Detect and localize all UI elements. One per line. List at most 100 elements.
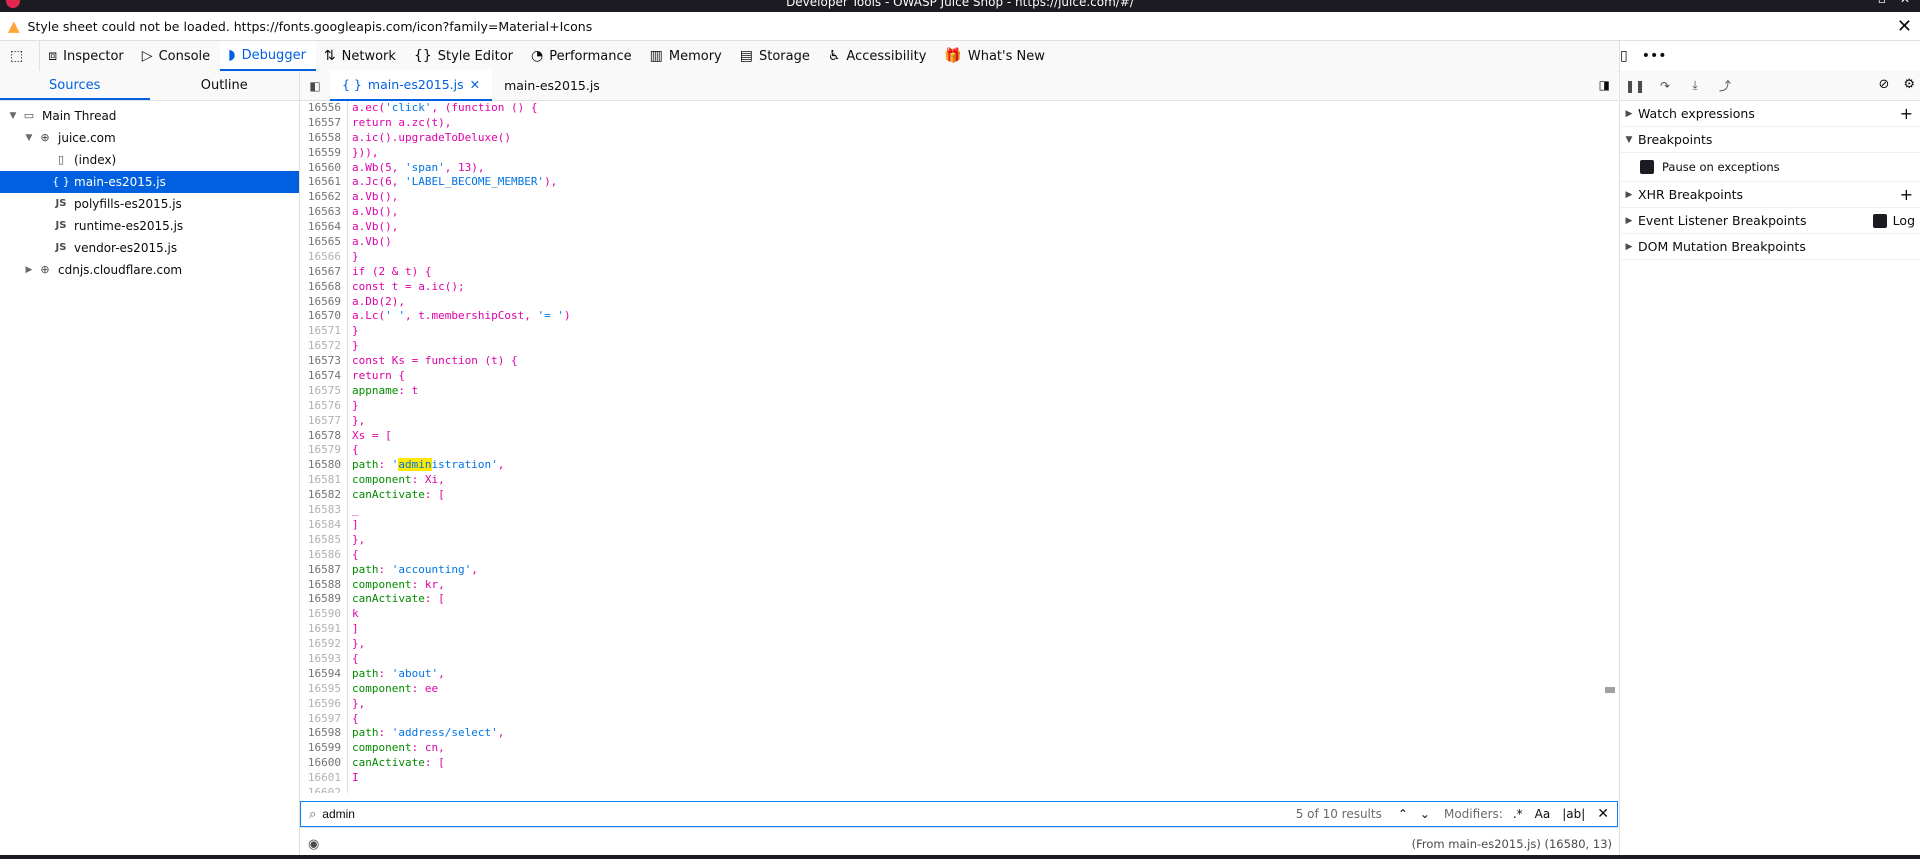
- code-line[interactable]: 16591]: [300, 622, 1602, 638]
- line-number[interactable]: 16582: [300, 488, 348, 504]
- tab-outline[interactable]: Outline: [150, 71, 300, 100]
- editor-scrollbar[interactable]: [1603, 101, 1617, 793]
- whole-word-toggle[interactable]: |ab|: [1562, 807, 1585, 821]
- tab-debugger[interactable]: ◗ Debugger: [220, 41, 316, 71]
- close-search-icon[interactable]: ✕: [1597, 806, 1609, 822]
- code-line[interactable]: 16572}: [300, 339, 1602, 355]
- tree-item[interactable]: JS polyfills-es2015.js: [0, 193, 299, 215]
- code-line[interactable]: 16578 Xs = [: [300, 428, 1602, 444]
- tree-item[interactable]: { } main-es2015.js: [0, 171, 299, 193]
- code-line[interactable]: 16571}: [300, 324, 1602, 340]
- editor-tab[interactable]: main-es2015.js: [492, 71, 612, 100]
- close-window-icon[interactable]: ✕: [1900, 0, 1910, 5]
- code-line[interactable]: 16597 {: [300, 711, 1602, 727]
- code-line[interactable]: 16563 a.Vb(),: [300, 205, 1602, 221]
- checkbox-icon[interactable]: [1872, 213, 1887, 228]
- line-number[interactable]: 16594: [300, 666, 348, 682]
- chevron-down-icon[interactable]: ▼: [22, 127, 36, 149]
- line-number[interactable]: 16558: [300, 130, 348, 146]
- next-result-icon[interactable]: ⌄: [1420, 807, 1430, 821]
- code-line[interactable]: 16598 path: 'address/select',: [300, 726, 1602, 742]
- step-in-icon[interactable]: ⤓: [1680, 78, 1710, 93]
- pause-on-exceptions-row[interactable]: Pause on exceptions: [1620, 153, 1920, 182]
- code-line[interactable]: 16587 path: 'accounting',: [300, 562, 1602, 578]
- code-line[interactable]: 16580 path: 'administration',: [300, 458, 1602, 474]
- code-line[interactable]: 16601 I: [300, 771, 1602, 786]
- line-number[interactable]: 16557: [300, 115, 348, 131]
- step-over-icon[interactable]: ↷: [1650, 79, 1680, 93]
- line-number[interactable]: 16600: [300, 756, 348, 772]
- tab-storage[interactable]: ▤ Storage: [732, 41, 820, 71]
- line-number[interactable]: 16577: [300, 413, 348, 429]
- tree-item[interactable]: JS vendor-es2015.js: [0, 237, 299, 259]
- pause-icon[interactable]: ❚❚: [1620, 79, 1650, 93]
- tab-whats-new[interactable]: 🎁 What's New: [936, 41, 1054, 71]
- add-icon[interactable]: +: [1900, 185, 1913, 204]
- code-line[interactable]: 16564 a.Vb(),: [300, 220, 1602, 236]
- toggle-sources-icon[interactable]: ◧: [300, 79, 330, 93]
- code-line[interactable]: 16570 a.Lc(' ', t.membershipCost, '= '): [300, 309, 1602, 325]
- code-line[interactable]: 16561 a.Jc(6, 'LABEL_BECOME_MEMBER'),: [300, 175, 1602, 191]
- line-number[interactable]: 16574: [300, 369, 348, 384]
- line-number[interactable]: 16585: [300, 532, 348, 548]
- code-line[interactable]: 16579 {: [300, 443, 1602, 459]
- section-event-listener-breakpoints[interactable]: ▶ Event Listener Breakpoints Log: [1620, 208, 1920, 234]
- code-line[interactable]: 16600 canActivate: [: [300, 756, 1602, 772]
- code-line[interactable]: 16574 return {: [300, 369, 1602, 384]
- code-line[interactable]: 16593 {: [300, 651, 1602, 667]
- log-checkbox[interactable]: Log: [1872, 213, 1915, 228]
- code-line[interactable]: 16557 return a.zc(t),: [300, 115, 1602, 131]
- chevron-down-icon[interactable]: ▼: [6, 105, 20, 127]
- tree-item[interactable]: JS runtime-es2015.js: [0, 215, 299, 237]
- line-number[interactable]: 16559: [300, 145, 348, 161]
- code-line[interactable]: 16586 {: [300, 547, 1602, 563]
- tree-item[interactable]: ▯ (index): [0, 149, 299, 171]
- tab-network[interactable]: ⇅ Network: [316, 41, 406, 71]
- code-line[interactable]: 16594 path: 'about',: [300, 666, 1602, 682]
- line-number[interactable]: 16592: [300, 637, 348, 652]
- chevron-right-icon[interactable]: ▶: [22, 259, 36, 281]
- line-number[interactable]: 16569: [300, 294, 348, 310]
- code-line[interactable]: 16560 a.Wb(5, 'span', 13),: [300, 160, 1602, 176]
- line-number[interactable]: 16596: [300, 696, 348, 712]
- code-line[interactable]: 16558 a.ic().upgradeToDeluxe(): [300, 130, 1602, 146]
- eye-icon[interactable]: ◉: [308, 837, 319, 852]
- section-xhr-breakpoints[interactable]: ▶ XHR Breakpoints +: [1620, 182, 1920, 208]
- minimize-icon[interactable]: –: [1854, 0, 1860, 5]
- settings-gear-icon[interactable]: ⚙: [1903, 77, 1915, 92]
- line-number[interactable]: 16572: [300, 339, 348, 355]
- line-number[interactable]: 16566: [300, 249, 348, 265]
- code-line[interactable]: 16581 component: Xi,: [300, 473, 1602, 489]
- code-editor[interactable]: 16556 a.ec('click', (function () {16557 re…: [300, 101, 1602, 793]
- line-number[interactable]: 16587: [300, 562, 348, 578]
- line-number[interactable]: 16575: [300, 383, 348, 399]
- code-line[interactable]: 16575 appname: t: [300, 383, 1602, 399]
- code-line[interactable]: 16589 canActivate: [: [300, 592, 1602, 608]
- more-options-icon[interactable]: •••: [1642, 48, 1667, 64]
- line-number[interactable]: 16570: [300, 309, 348, 325]
- tree-item[interactable]: ▼ ⊕ juice.com: [0, 127, 299, 149]
- pause-on-exceptions-checkbox[interactable]: [1640, 160, 1654, 174]
- maximize-icon[interactable]: ▫: [1878, 0, 1886, 5]
- line-number[interactable]: 16590: [300, 607, 348, 623]
- tab-inspector[interactable]: ⧈ Inspector: [40, 41, 134, 71]
- tab-sources[interactable]: Sources: [0, 71, 150, 100]
- element-picker-button[interactable]: ⬚: [0, 41, 41, 71]
- line-number[interactable]: 16584: [300, 517, 348, 533]
- close-tab-icon[interactable]: ✕: [470, 77, 480, 92]
- code-line[interactable]: 16602: [300, 785, 1602, 793]
- add-icon[interactable]: +: [1900, 104, 1913, 123]
- code-line[interactable]: 16576}: [300, 398, 1602, 414]
- code-line[interactable]: 16596},: [300, 696, 1602, 712]
- line-number[interactable]: 16561: [300, 175, 348, 191]
- regex-toggle[interactable]: .*: [1513, 807, 1523, 821]
- line-number[interactable]: 16591: [300, 622, 348, 638]
- code-line[interactable]: 16562 a.Vb(),: [300, 190, 1602, 206]
- code-line[interactable]: 16565 a.Vb(): [300, 235, 1602, 250]
- line-number[interactable]: 16564: [300, 220, 348, 236]
- code-line[interactable]: 16556 a.ec('click', (function () {: [300, 101, 1602, 116]
- line-number[interactable]: 16565: [300, 235, 348, 250]
- code-line[interactable]: 16599 component: cn,: [300, 741, 1602, 757]
- code-line[interactable]: 16595 component: ee: [300, 681, 1602, 697]
- tab-accessibility[interactable]: ♿ Accessibility: [820, 41, 937, 71]
